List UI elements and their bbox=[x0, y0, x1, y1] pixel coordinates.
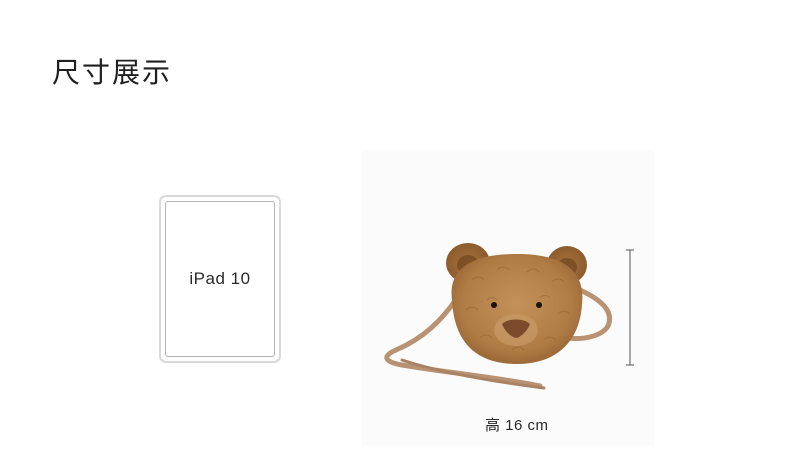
ipad-label: iPad 10 bbox=[189, 269, 251, 288]
product-image bbox=[362, 150, 654, 446]
page-title: 尺寸展示 bbox=[52, 56, 173, 89]
ipad-outline: iPad 10 bbox=[159, 195, 281, 363]
bear-eye-right bbox=[536, 302, 542, 308]
height-dimension-line bbox=[626, 249, 634, 366]
bear-eye-left bbox=[491, 302, 497, 308]
ipad-screen: iPad 10 bbox=[165, 201, 275, 357]
height-label: 高 16 cm bbox=[485, 417, 549, 434]
bear-bag-illustration bbox=[384, 243, 612, 390]
